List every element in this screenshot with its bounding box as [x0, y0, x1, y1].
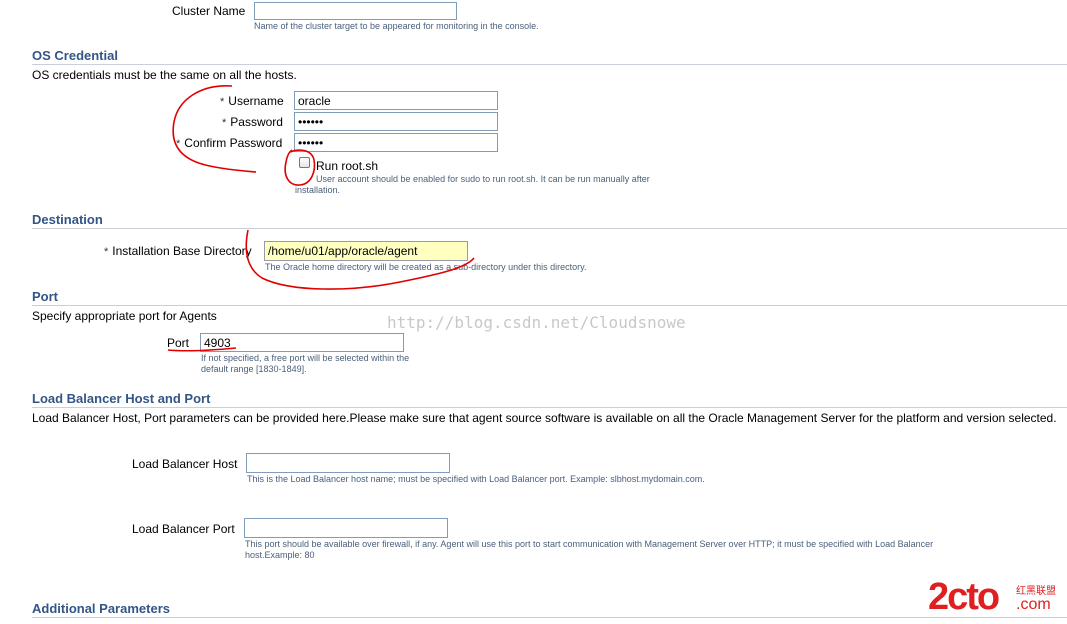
- lb-host-hint: This is the Load Balancer host name; mus…: [247, 474, 705, 484]
- load-balancer-title: Load Balancer Host and Port: [32, 391, 211, 406]
- username-label-row: * Username: [220, 94, 284, 108]
- install-dir-hint: The Oracle home directory will be create…: [265, 262, 587, 272]
- required-marker: *: [222, 117, 227, 129]
- cluster-name-label: Cluster Name: [172, 4, 246, 18]
- logo-suffix: .com: [1016, 596, 1051, 613]
- section-divider: [32, 228, 1067, 229]
- username-label: Username: [228, 94, 284, 108]
- port-title: Port: [32, 289, 58, 304]
- password-label: Password: [230, 115, 283, 129]
- install-dir-label: Installation Base Directory: [112, 244, 252, 258]
- destination-title: Destination: [32, 212, 103, 227]
- section-divider: [32, 305, 1067, 306]
- confirm-password-label: Confirm Password: [184, 136, 283, 150]
- logo-main-text: 2cto: [928, 576, 1000, 618]
- cluster-name-hint: Name of the cluster target to be appeare…: [254, 21, 539, 31]
- lb-host-label: Load Balancer Host: [132, 457, 238, 471]
- lb-port-input[interactable]: [244, 518, 448, 538]
- cluster-name-input[interactable]: [254, 2, 457, 20]
- username-input[interactable]: [294, 91, 498, 110]
- port-description: Specify appropriate port for Agents: [32, 309, 217, 323]
- port-input[interactable]: [200, 333, 404, 352]
- os-credential-title: OS Credential: [32, 48, 118, 63]
- section-divider: [32, 407, 1067, 408]
- required-marker: *: [104, 246, 109, 258]
- section-divider: [32, 64, 1067, 65]
- confirm-password-input[interactable]: [294, 133, 498, 152]
- lb-host-input[interactable]: [246, 453, 450, 473]
- watermark-url: http://blog.csdn.net/Cloudsnowe: [387, 313, 686, 332]
- run-root-checkbox[interactable]: [299, 157, 310, 168]
- site-logo: 2cto 红黑联盟 .com: [928, 576, 1056, 619]
- password-label-row: * Password: [222, 115, 283, 129]
- load-balancer-description: Load Balancer Host, Port parameters can …: [32, 411, 1057, 425]
- lb-port-label: Load Balancer Port: [132, 522, 235, 536]
- install-dir-label-row: * Installation Base Directory: [104, 244, 252, 258]
- confirm-password-label-row: * Confirm Password: [176, 136, 282, 150]
- port-label: Port: [167, 336, 190, 350]
- run-root-label[interactable]: Run root.sh: [316, 159, 378, 173]
- logo-cn-text: 红黑联盟: [1016, 586, 1056, 597]
- section-divider: [32, 617, 1067, 618]
- lb-port-hint: This port should be available over firew…: [245, 539, 934, 560]
- run-root-hint: User account should be enabled for sudo …: [295, 174, 650, 195]
- required-marker: *: [176, 138, 181, 150]
- install-dir-input[interactable]: [264, 241, 468, 261]
- os-credential-description: OS credentials must be the same on all t…: [32, 68, 297, 82]
- additional-parameters-title: Additional Parameters: [32, 601, 170, 616]
- password-input[interactable]: [294, 112, 498, 131]
- port-hint: If not specified, a free port will be se…: [201, 353, 410, 374]
- required-marker: *: [220, 96, 225, 108]
